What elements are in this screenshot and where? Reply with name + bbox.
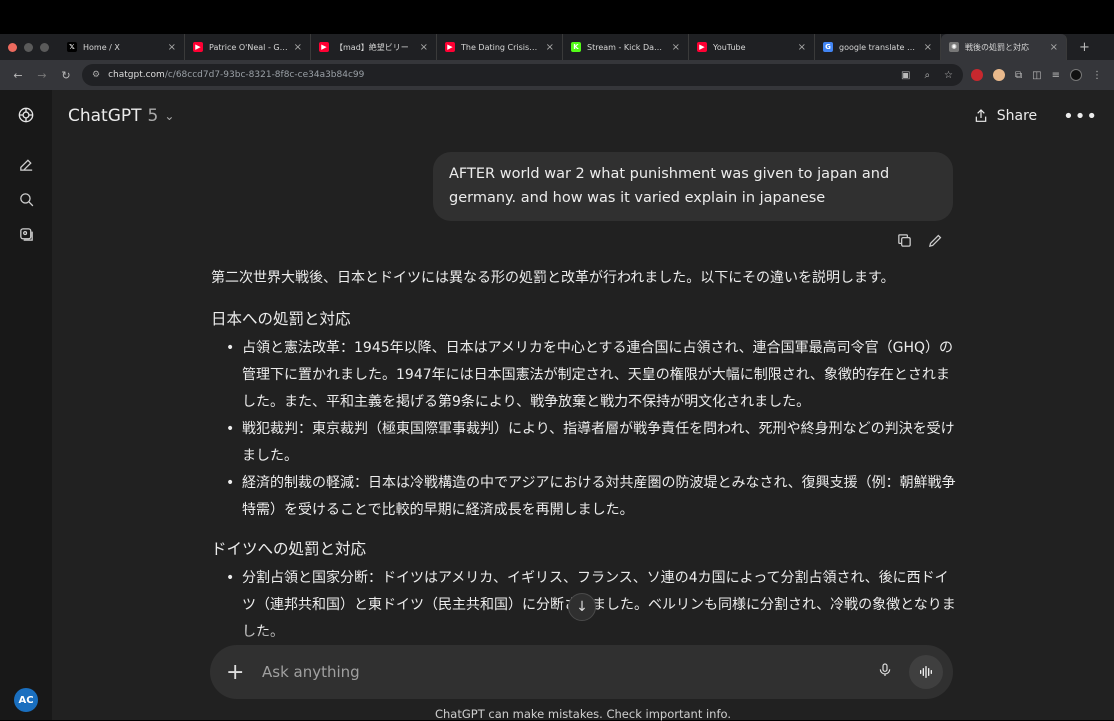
chatgpt-app: AC ChatGPT 5 ⌄ Share ••• AFTER world war… (0, 90, 1114, 721)
share-icon (975, 109, 987, 122)
user-avatar[interactable]: AC (14, 688, 38, 712)
maximize-window-button[interactable] (40, 42, 49, 52)
disclaimer-text: ChatGPT can make mistakes. Check importa… (434, 707, 732, 721)
edit-message-icon[interactable] (927, 232, 944, 253)
extension-face-icon[interactable] (993, 69, 1006, 81)
url-path: /c/68ccd7d7-93bc-8321-8f8c-ce34a3b84c99 (164, 70, 365, 80)
scroll-to-bottom-button[interactable]: ↓ (568, 593, 596, 621)
site-info-icon[interactable]: ⚙ (92, 70, 100, 80)
browser-tab[interactable]: K Stream - Kick Dashboard × (563, 34, 689, 60)
composer: + (210, 645, 953, 699)
close-tab-icon[interactable]: × (294, 42, 302, 53)
library-icon[interactable] (15, 223, 37, 245)
minimize-window-button[interactable] (24, 42, 33, 52)
window-controls (0, 42, 59, 52)
browser-menu-icon[interactable]: ⋮ (1092, 70, 1102, 81)
bullet-list: 占領と憲法改革：1945年以降、日本はアメリカを中心とする連合国に占領され、連合… (211, 335, 956, 524)
response-intro: 第二次世界大戦後、日本とドイツには異なる形の処罰と改革が行われました。以下にその… (211, 270, 895, 286)
new-tab-button[interactable]: + (1067, 40, 1090, 55)
user-message-bubble: AFTER world war 2 what punishment was gi… (433, 152, 953, 221)
section-heading: 日本への処罰と対応 (211, 310, 351, 328)
tab-title: 【mad】絶望ビリー (335, 42, 409, 52)
close-tab-icon[interactable]: × (546, 42, 554, 53)
side-panel-icon[interactable]: ◫ (1032, 70, 1041, 81)
close-tab-icon[interactable]: × (420, 42, 428, 53)
screen-top-bar (0, 0, 1114, 34)
list-item: 経済的制裁の軽減：日本は冷戦構造の中でアジアにおける対共産圏の防波堤とみなされ、… (211, 470, 956, 524)
close-tab-icon[interactable]: × (672, 42, 680, 53)
browser-tab[interactable]: ▶ The Dating Crisis Has × (437, 34, 563, 60)
tab-title: Stream - Kick Dashboard (587, 42, 666, 52)
kick-logo-icon: K (571, 42, 581, 52)
close-tab-icon[interactable]: × (1050, 42, 1058, 53)
reading-list-icon[interactable]: ≡ (1052, 70, 1060, 81)
url-host: chatgpt.com (108, 70, 165, 80)
search-chats-icon[interactable] (15, 188, 37, 210)
extensions-puzzle-icon[interactable]: ⧉ (1015, 70, 1022, 81)
youtube-icon: ▶ (697, 42, 707, 52)
browser-tab[interactable]: ▶ 【mad】絶望ビリー × (311, 34, 437, 60)
tab-title: The Dating Crisis Has (461, 42, 540, 52)
chevron-down-icon: ⌄ (164, 109, 175, 123)
forward-button[interactable]: → (30, 69, 54, 82)
waveform-icon (920, 666, 932, 678)
share-button[interactable]: Share (973, 108, 1037, 124)
close-window-button[interactable] (8, 42, 17, 52)
browser-tab-strip: 𝕏 Home / X × ▶ Patrice O'Neal - Getting × ▶ 【ma… (0, 34, 1114, 60)
user-message-actions (896, 232, 944, 253)
bookmark-star-icon[interactable]: ☆ (944, 70, 953, 81)
back-button[interactable]: ← (6, 69, 30, 82)
add-attachment-button[interactable]: + (226, 660, 248, 685)
browser-tab[interactable]: ▶ Patrice O'Neal - Getting × (185, 34, 311, 60)
more-options-icon[interactable]: ••• (1063, 106, 1098, 127)
reload-button[interactable]: ↻ (54, 69, 78, 82)
browser-tab[interactable]: 𝕏 Home / X × (59, 34, 185, 60)
section-heading: ドイツへの処罰と対応 (211, 540, 367, 558)
voice-mode-button[interactable] (909, 655, 943, 689)
tab-title: Home / X (83, 42, 120, 52)
list-item: 占領と憲法改革：1945年以降、日本はアメリカを中心とする連合国に占領され、連合… (211, 335, 956, 416)
model-version: 5 (147, 106, 159, 126)
chat-header: ChatGPT 5 ⌄ Share ••• (52, 90, 1114, 142)
youtube-icon: ▶ (445, 42, 455, 52)
tab-title: google translate - Goog (839, 42, 918, 52)
microphone-icon[interactable] (877, 662, 893, 682)
browser-tabs: 𝕏 Home / X × ▶ Patrice O'Neal - Getting × ▶ 【ma… (59, 34, 1067, 60)
copy-icon[interactable] (896, 232, 913, 253)
cast-icon[interactable]: ▣ (901, 70, 910, 81)
list-item: 戦犯裁判：東京裁判（極東国際軍事裁判）により、指導者層が戦争責任を問われ、死刑や… (211, 416, 956, 470)
close-tab-icon[interactable]: × (798, 42, 806, 53)
model-name: ChatGPT (68, 106, 142, 126)
browser-tab[interactable]: ▶ YouTube × (689, 34, 815, 60)
youtube-icon: ▶ (193, 42, 203, 52)
x-logo-icon: 𝕏 (67, 42, 77, 52)
sidebar-rail: AC (0, 90, 52, 720)
browser-tab[interactable]: Ggoogle translate - Goog × (815, 34, 941, 60)
chatgpt-logo-icon: ✺ (949, 42, 959, 52)
extension-red-icon[interactable] (971, 69, 984, 81)
profile-avatar[interactable] (1070, 69, 1082, 81)
arrow-down-icon: ↓ (576, 599, 588, 615)
close-tab-icon[interactable]: × (924, 42, 932, 53)
tab-title: Patrice O'Neal - Getting (209, 42, 288, 52)
address-bar[interactable]: ⚙ chatgpt.com/c/68ccd7d7-93bc-8321-8f8c-… (82, 64, 964, 86)
youtube-icon: ▶ (319, 42, 329, 52)
extensions-area: ⧉ ◫ ≡ ⋮ (971, 69, 1108, 81)
zoom-icon[interactable]: ⌕ (924, 70, 930, 81)
browser-tab[interactable]: ✺ 戦後の処罰と対応 × (941, 34, 1067, 60)
share-label: Share (996, 108, 1038, 124)
close-tab-icon[interactable]: × (168, 42, 176, 53)
browser-toolbar: ← → ↻ ⚙ chatgpt.com/c/68ccd7d7-93bc-8321… (0, 60, 1114, 90)
tab-title: 戦後の処罰と対応 (965, 42, 1029, 52)
chatgpt-logo-icon[interactable] (15, 104, 37, 126)
prompt-input[interactable] (262, 663, 877, 681)
google-logo-icon: G (823, 42, 833, 52)
new-chat-icon[interactable] (15, 153, 37, 175)
tab-title: YouTube (713, 42, 746, 52)
model-selector[interactable]: ChatGPT 5 ⌄ (68, 106, 174, 126)
